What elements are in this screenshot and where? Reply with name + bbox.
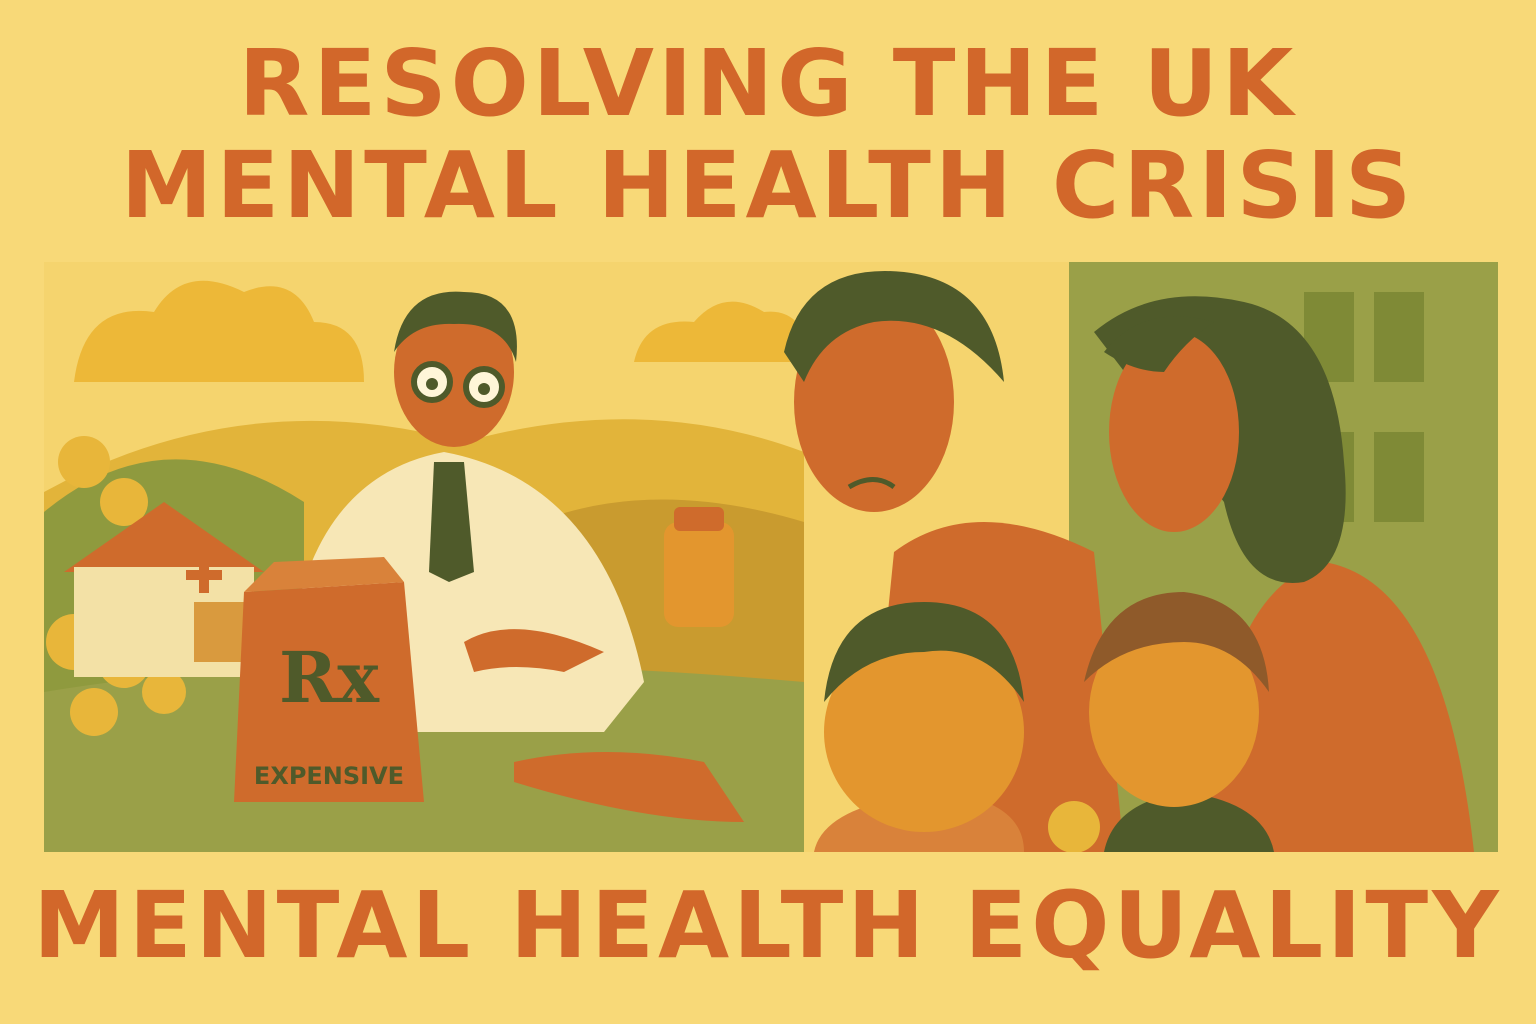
rx-symbol: Rx [279, 636, 380, 719]
bag-label: EXPENSIVE [254, 762, 404, 790]
footer-title: MENTAL HEALTH EQUALITY [33, 872, 1503, 979]
illustration-svg: Rx EXPENSIVE [44, 262, 1498, 852]
poster: RESOLVING THE UK MENTAL HEALTH CRISIS Rx… [0, 0, 1536, 1024]
rx-bag: Rx EXPENSIVE [234, 557, 424, 802]
title-line-2: MENTAL HEALTH CRISIS [120, 132, 1416, 239]
illustration: Rx EXPENSIVE [44, 262, 1498, 852]
title-line-1: RESOLVING THE UK [238, 30, 1298, 137]
